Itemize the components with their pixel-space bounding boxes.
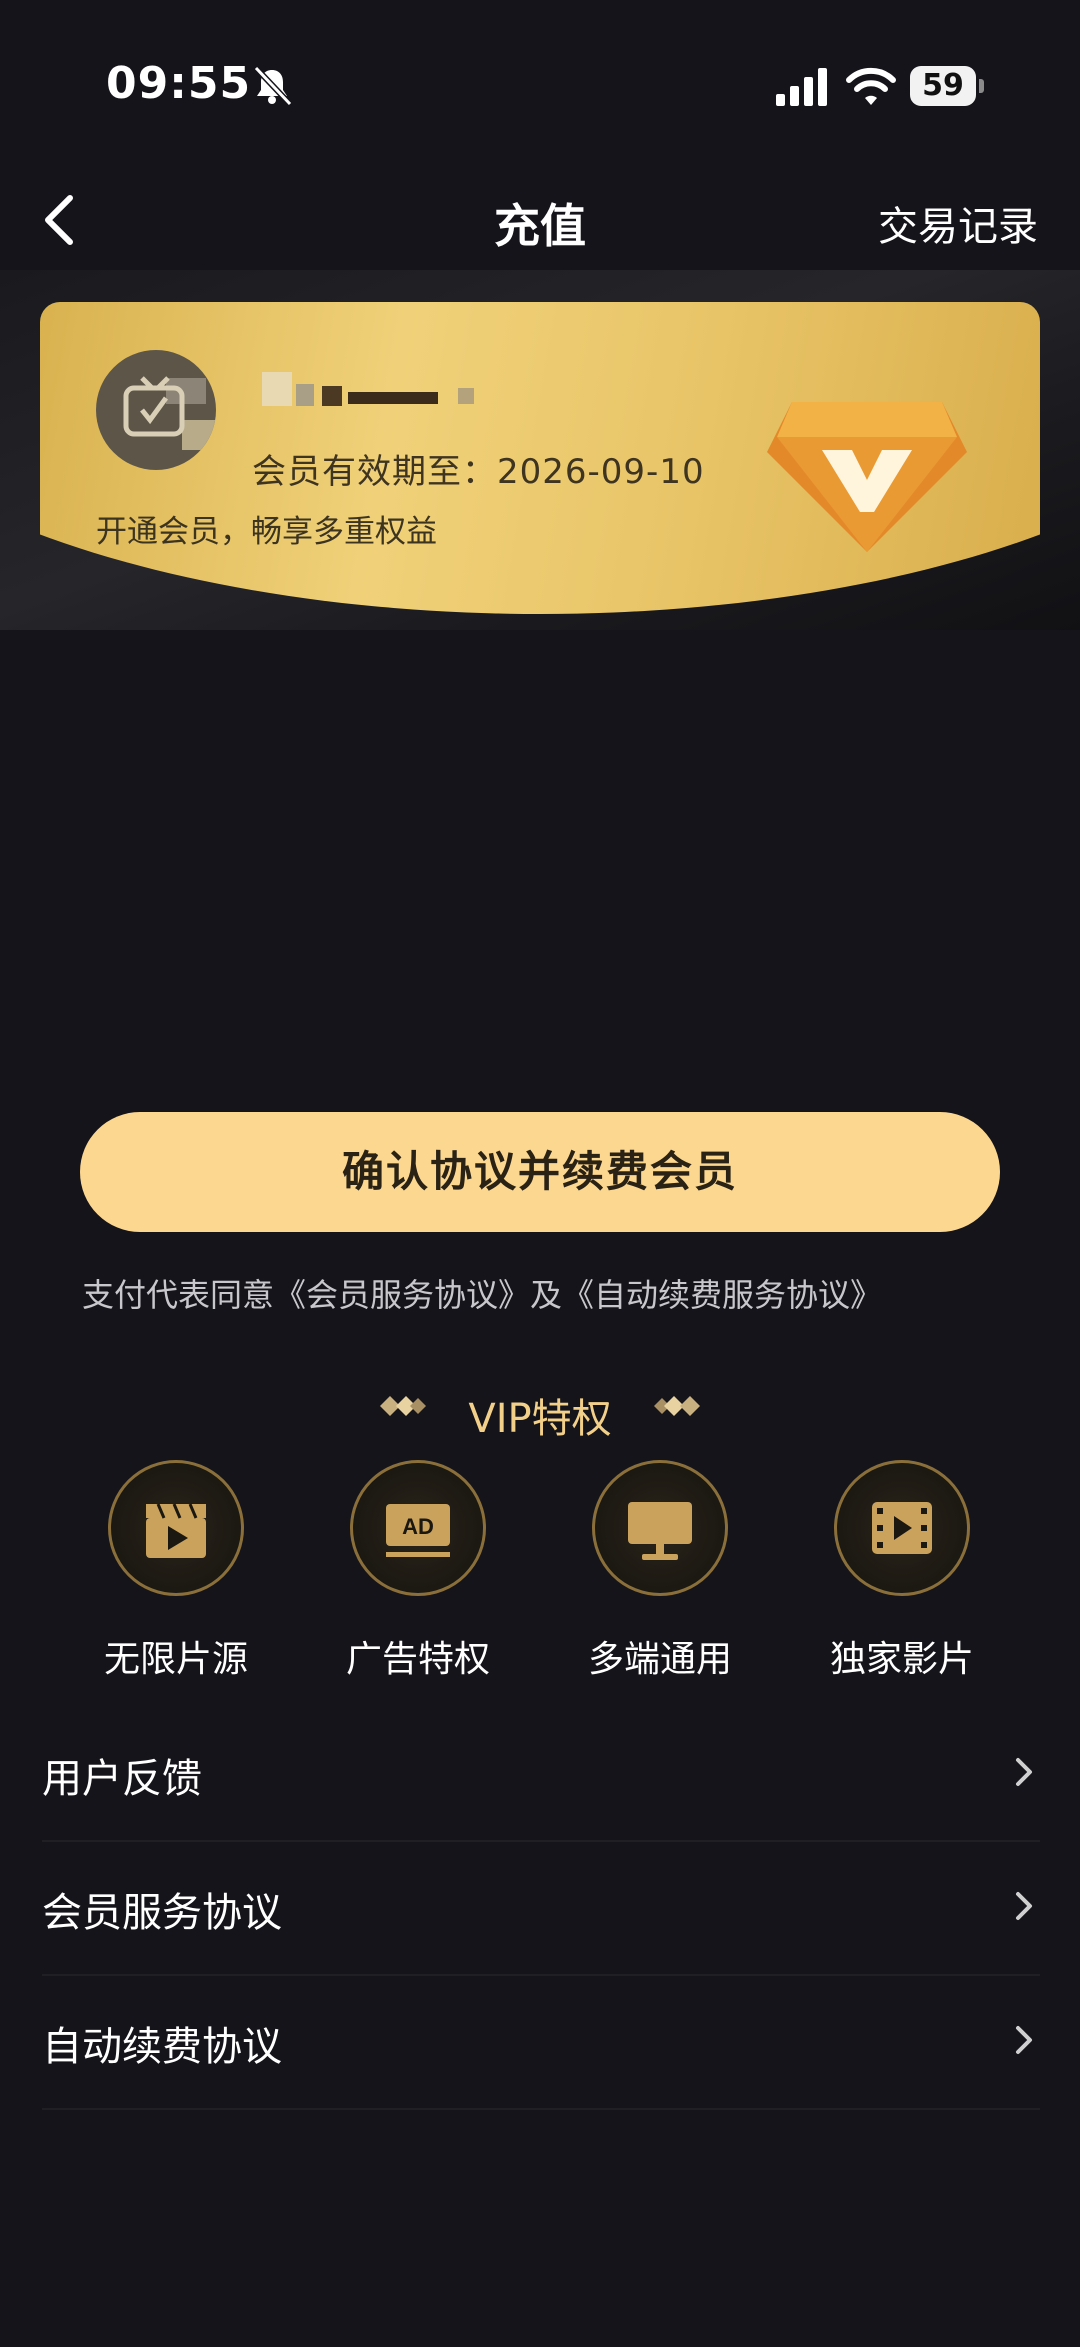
username-redacted [262,372,492,412]
vip-diamond-icon [767,402,967,552]
menu-item-label: 会员服务协议 [42,1890,282,1936]
bell-muted-icon [253,65,293,107]
menu-item-label: 用户反馈 [42,1756,202,1802]
vip-privileges-title: VIP特权 [468,1396,612,1442]
ad-icon: AD [386,1504,450,1557]
privilege-exclusive-films[interactable]: 独家影片 [804,1460,1004,1690]
battery-indicator: 59 [910,66,986,108]
privilege-unlimited-sources[interactable]: 无限片源 [78,1460,278,1690]
avatar [96,350,216,470]
menu-item-label: 自动续费协议 [42,2024,282,2070]
cellular-signal-icon [776,68,827,106]
wifi-icon [846,67,896,105]
privilege-label: 广告特权 [345,1639,490,1680]
diamond-deco-right-icon [654,1396,700,1416]
battery-tip [979,79,984,93]
menu-item-feedback[interactable]: 用户反馈 [42,1708,1040,1842]
tv-icon [123,376,185,437]
chevron-right-icon [1016,2026,1032,2054]
battery-level: 59 [910,66,976,106]
membership-expiry: 会员有效期至：2026-09-10 [252,452,705,492]
clapperboard-icon [146,1503,206,1558]
svg-text:AD: AD [402,1514,434,1539]
menu-item-member-agreement[interactable]: 会员服务协议 [42,1842,1040,1976]
member-card: 会员有效期至：2026-09-10 开通会员，畅享多重权益 [40,302,1040,614]
status-bar: 09:55 59 [0,0,1080,180]
chevron-right-icon [1016,1758,1032,1786]
status-time: 09:55 [106,58,252,109]
privilege-multi-device[interactable]: 多端通用 [562,1460,762,1690]
privilege-ad-free[interactable]: AD 广告特权 [320,1460,520,1690]
card-slogan: 开通会员，畅享多重权益 [96,514,437,550]
privilege-label: 独家影片 [829,1639,974,1680]
film-icon [872,1502,932,1554]
chevron-right-icon [1016,1892,1032,1920]
privilege-label: 多端通用 [587,1639,732,1680]
transaction-history-link[interactable]: 交易记录 [878,194,1038,252]
privilege-label: 无限片源 [103,1639,248,1680]
confirm-renew-button[interactable]: 确认协议并续费会员 [80,1112,1000,1232]
nav-bar: 充值 交易记录 [0,170,1080,270]
monitor-icon [628,1502,692,1560]
agreement-text[interactable]: 支付代表同意《会员服务协议》及《自动续费服务协议》 [82,1270,882,1316]
menu-item-auto-renew-agreement[interactable]: 自动续费协议 [42,1976,1040,2110]
